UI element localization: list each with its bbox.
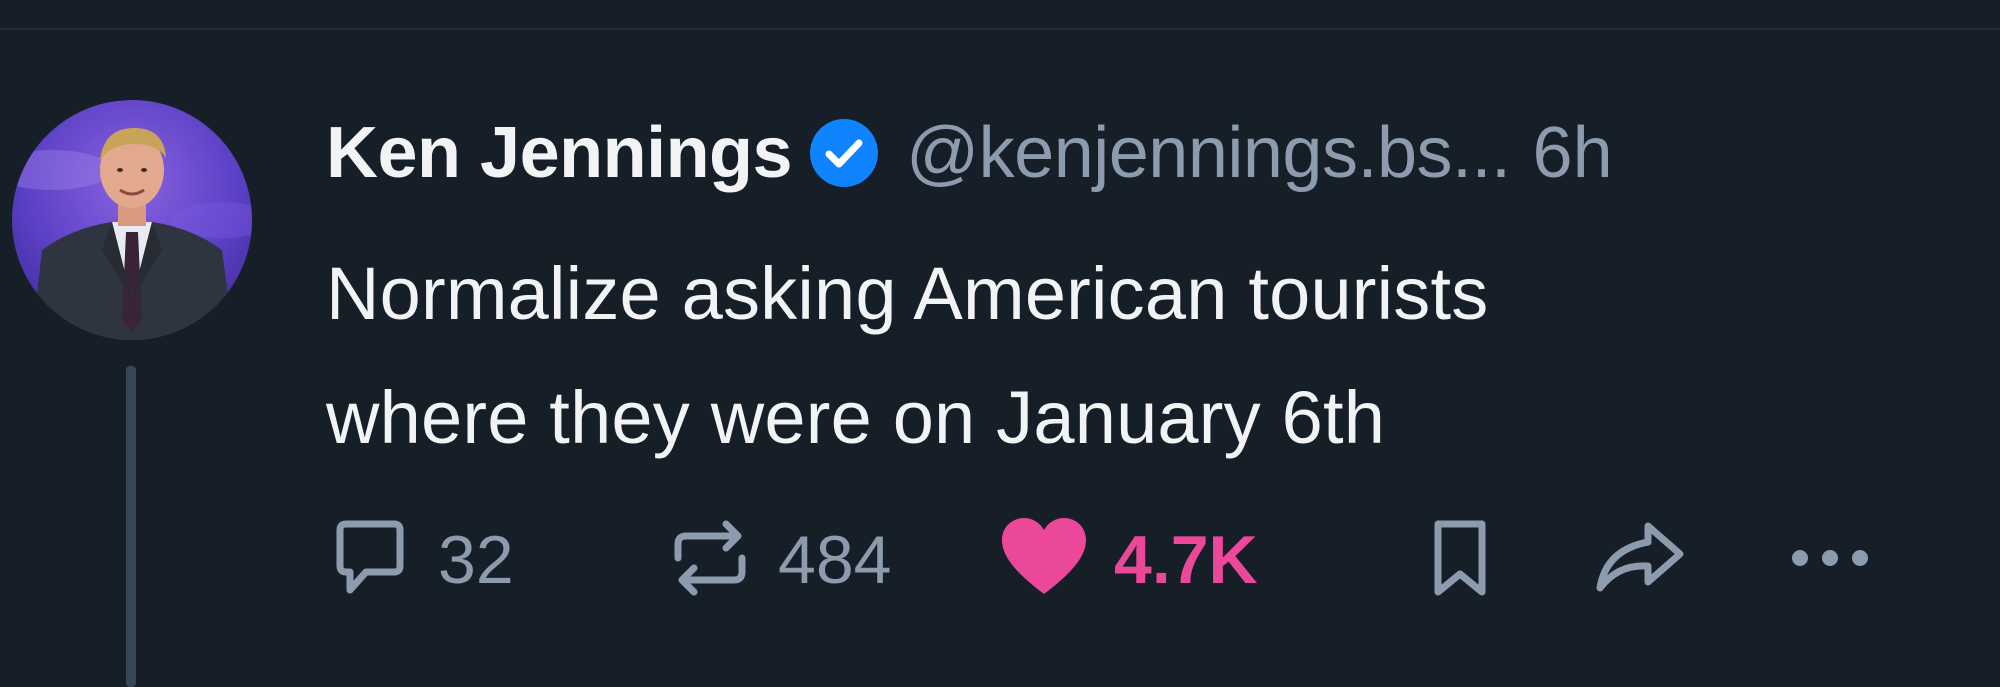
comment-icon [326, 514, 414, 607]
share-button[interactable] [1592, 510, 1688, 610]
avatar[interactable] [12, 100, 252, 340]
post-text-line: where they were on January 6th [326, 376, 1386, 459]
bookmark-icon [1416, 514, 1504, 607]
verified-badge-icon [808, 117, 880, 189]
post-header: Ken Jennings @kenjennings.bs... 6h [326, 108, 1613, 198]
repost-count: 484 [778, 522, 892, 598]
repost-icon [666, 514, 754, 607]
more-button[interactable] [1782, 510, 1878, 610]
author-handle[interactable]: @kenjennings.bs... [906, 112, 1511, 194]
thread-line [126, 366, 136, 687]
avatar-photo [12, 100, 252, 340]
reply-count: 32 [438, 522, 514, 598]
like-count: 4.7K [1114, 522, 1258, 598]
post-timestamp[interactable]: 6h [1533, 112, 1613, 194]
post-text: Normalize asking American tourists where… [326, 232, 1926, 480]
author-display-name[interactable]: Ken Jennings [326, 112, 793, 194]
top-divider [0, 28, 2000, 30]
post-actions: 32 484 4.7K [326, 510, 1976, 610]
reply-button[interactable]: 32 [326, 510, 514, 610]
like-button[interactable]: 4.7K [998, 510, 1258, 610]
post-text-line: Normalize asking American tourists [326, 252, 1489, 335]
bookmark-button[interactable] [1416, 510, 1504, 610]
heart-icon [998, 514, 1090, 607]
repost-button[interactable]: 484 [666, 510, 891, 610]
share-icon [1592, 514, 1688, 607]
more-icon [1782, 514, 1878, 607]
